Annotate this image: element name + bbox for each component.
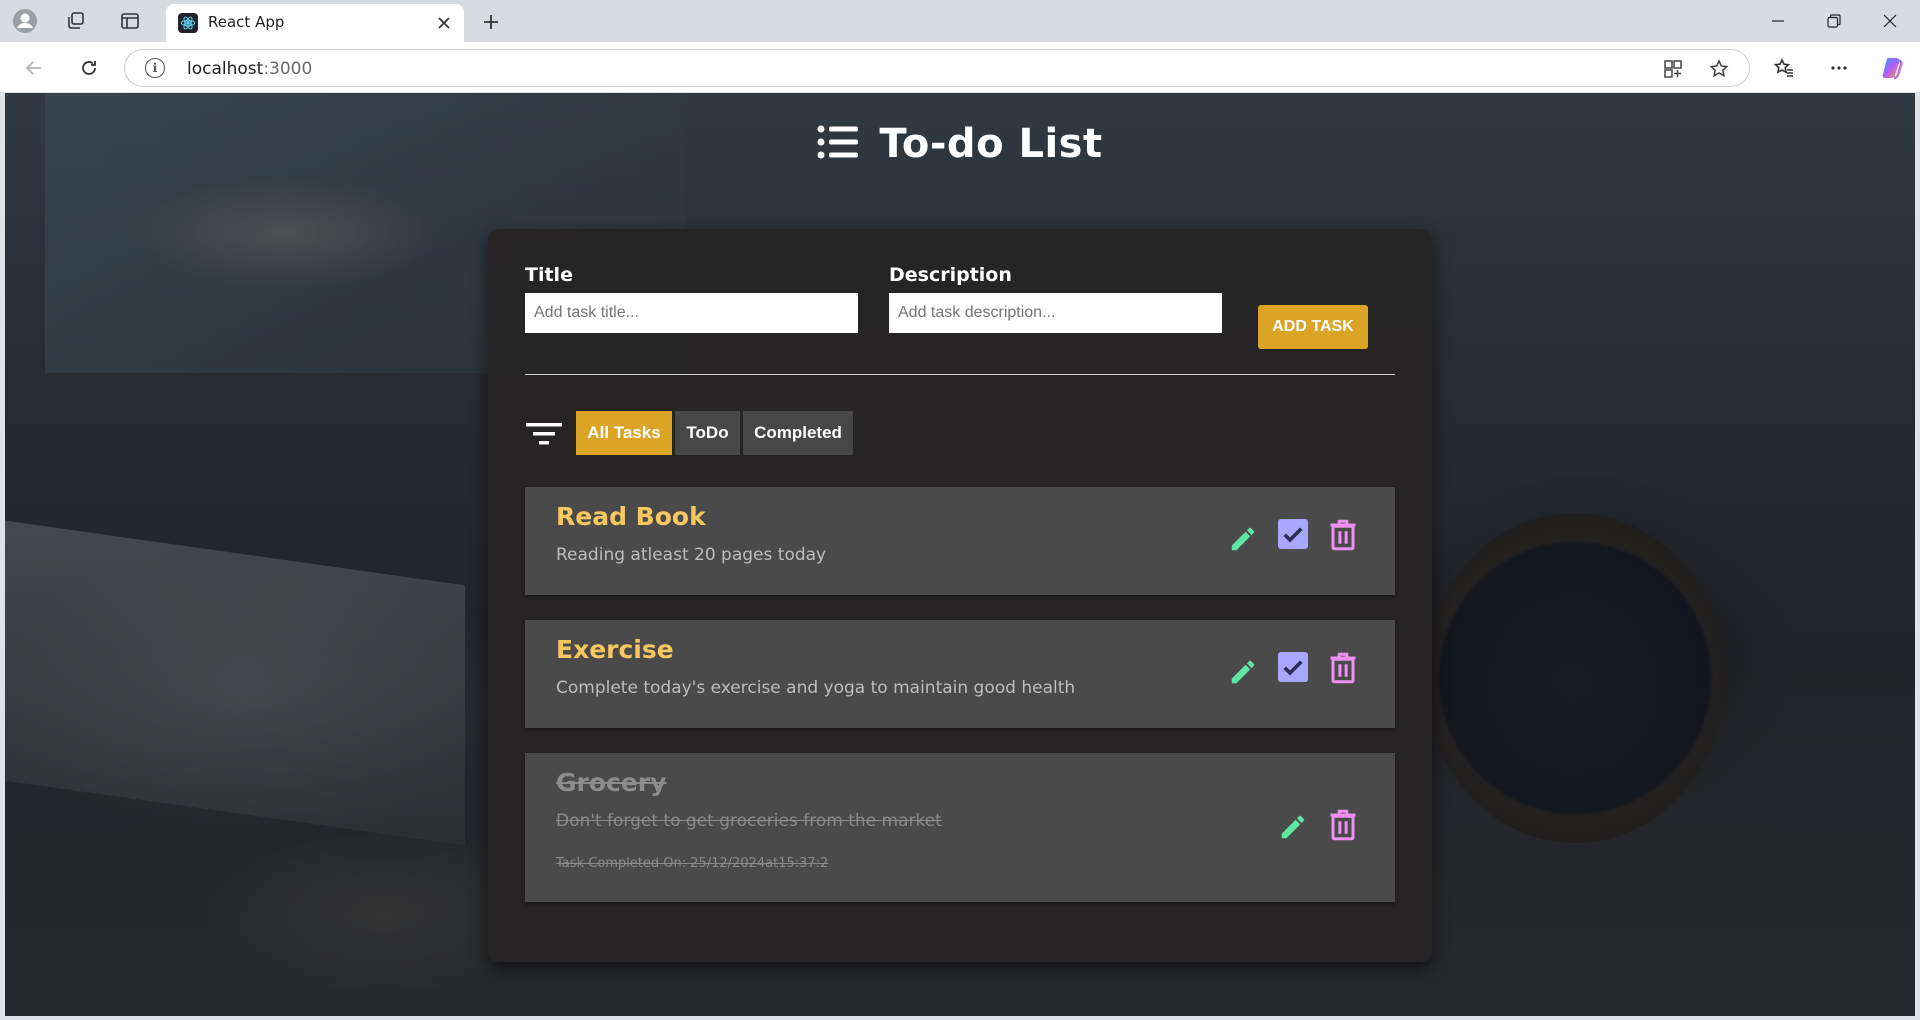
filter-icon — [526, 421, 562, 449]
more-icon[interactable] — [1823, 52, 1855, 84]
browser-tab-bar: React App — [0, 0, 1920, 42]
url-port: :3000 — [263, 59, 313, 79]
app-header: To-do List — [5, 121, 1915, 167]
task-item: Read Book Reading atleast 20 pages today — [525, 487, 1395, 595]
edit-icon[interactable] — [1225, 654, 1261, 690]
tab-actions-icon[interactable] — [115, 6, 145, 36]
task-completed-date: Task Completed On: 25/12/2024at15:37:2 — [556, 856, 829, 871]
description-label: Description — [889, 264, 1012, 286]
todo-card: Title Description ADD TASK All Tasks ToD… — [488, 229, 1432, 962]
delete-icon[interactable] — [1325, 807, 1361, 843]
check-icon[interactable] — [1275, 649, 1311, 685]
list-icon — [817, 125, 859, 164]
address-bar[interactable]: i localhost:3000 — [124, 49, 1750, 87]
edit-icon[interactable] — [1275, 809, 1311, 845]
task-title-input[interactable] — [525, 293, 858, 333]
tab-title: React App — [208, 13, 285, 31]
add-task-button[interactable]: ADD TASK — [1258, 305, 1368, 349]
task-title: Exercise — [556, 635, 674, 664]
task-description-input[interactable] — [889, 293, 1222, 333]
task-item-completed: Grocery Don't forget to get groceries fr… — [525, 753, 1395, 902]
refresh-icon[interactable] — [73, 52, 105, 84]
task-item: Exercise Complete today's exercise and y… — [525, 620, 1395, 728]
restore-icon[interactable] — [1806, 0, 1862, 42]
app-available-icon[interactable] — [1659, 56, 1687, 82]
copilot-icon[interactable] — [1877, 52, 1909, 84]
title-label: Title — [525, 264, 573, 286]
check-icon[interactable] — [1275, 516, 1311, 552]
page-title: To-do List — [879, 121, 1103, 167]
back-icon[interactable] — [18, 52, 50, 84]
task-title: Read Book — [556, 502, 706, 531]
favorites-icon[interactable] — [1768, 52, 1800, 84]
workspaces-icon[interactable] — [61, 6, 91, 36]
minimize-icon[interactable] — [1750, 0, 1806, 42]
url-text: localhost:3000 — [187, 59, 312, 79]
browser-tab-active[interactable]: React App — [166, 4, 464, 42]
edit-icon[interactable] — [1225, 521, 1261, 557]
window-close-icon[interactable] — [1862, 0, 1918, 42]
browser-toolbar: i localhost:3000 — [0, 42, 1920, 92]
delete-icon[interactable] — [1325, 517, 1361, 553]
filter-todo[interactable]: ToDo — [675, 411, 740, 455]
plus-icon[interactable] — [476, 7, 506, 37]
close-icon[interactable] — [432, 11, 456, 35]
task-description: Complete today's exercise and yoga to ma… — [556, 678, 1076, 698]
task-description: Don't forget to get groceries from the m… — [556, 811, 942, 831]
filter-completed[interactable]: Completed — [743, 411, 853, 455]
profile-icon[interactable] — [10, 6, 40, 36]
url-host: localhost — [187, 59, 264, 79]
task-description: Reading atleast 20 pages today — [556, 545, 827, 565]
info-icon[interactable]: i — [145, 58, 165, 78]
task-title: Grocery — [556, 768, 667, 797]
divider — [525, 374, 1395, 375]
filter-all-tasks[interactable]: All Tasks — [576, 411, 672, 455]
favorite-star-icon[interactable] — [1705, 56, 1733, 82]
react-logo-icon — [178, 13, 198, 33]
page-viewport: To-do List Title Description ADD TASK Al… — [5, 93, 1915, 1016]
delete-icon[interactable] — [1325, 650, 1361, 686]
